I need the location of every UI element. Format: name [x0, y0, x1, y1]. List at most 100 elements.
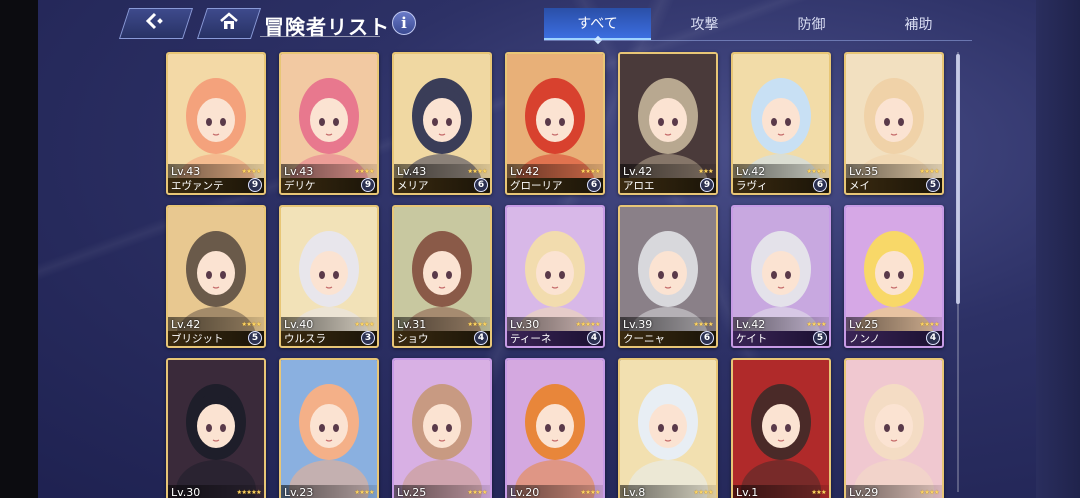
level-bar: Lv.43 ★★★★ — [281, 164, 377, 178]
rarity-stars: ★★★★ — [693, 488, 713, 496]
rank-badge: 5 — [926, 178, 940, 192]
level-bar: Lv.1 ★★★ — [733, 485, 829, 498]
rarity-stars: ★★★★ — [354, 320, 374, 328]
level-label: Lv.25 — [397, 485, 427, 498]
adventurer-name: ケイト — [736, 333, 768, 345]
tab-attack[interactable]: 攻撃 — [651, 8, 758, 40]
scrollbar-thumb[interactable] — [956, 54, 960, 304]
level-bar: Lv.25 ★★★★ — [394, 485, 490, 498]
level-bar: Lv.29 ★★★★ — [846, 485, 942, 498]
rank-badge: 9 — [248, 178, 262, 192]
level-label: Lv.43 — [171, 164, 201, 178]
adventurer-card[interactable]: Lv.40 ★★★★ ウルスラ 3 — [279, 205, 379, 348]
rarity-stars: ★★★★ — [806, 167, 826, 175]
adventurer-portrait — [620, 360, 716, 498]
screen-edge-left — [0, 0, 38, 498]
adventurer-card[interactable]: Lv.8 ★★★★ — [618, 358, 718, 498]
level-label: Lv.8 — [623, 485, 646, 498]
adventurer-portrait — [394, 360, 490, 498]
info-icon[interactable]: i — [392, 11, 416, 35]
level-label: Lv.43 — [397, 164, 427, 178]
level-bar: Lv.8 ★★★★ — [620, 485, 716, 498]
adventurer-card[interactable]: Lv.25 ★★★★ — [392, 358, 492, 498]
rarity-stars: ★★★★ — [467, 488, 487, 496]
rank-badge: 6 — [700, 331, 714, 345]
adventurer-grid: Lv.43 ★★★★ エヴァンテ 9 Lv.43 ★★★★ デリケ 9 Lv.43 ★★★★ メリア… — [166, 52, 946, 498]
level-label: Lv.20 — [510, 485, 540, 498]
adventurer-card[interactable]: Lv.25 ★★★★ ノンノ 4 — [844, 205, 944, 348]
tab-support[interactable]: 補助 — [865, 8, 972, 40]
adventurer-card[interactable]: Lv.29 ★★★★ — [844, 358, 944, 498]
adventurer-card[interactable]: Lv.30 ★★★★★ ティーネ 4 — [505, 205, 605, 348]
adventurer-card[interactable]: Lv.39 ★★★★ クーニャ 6 — [618, 205, 718, 348]
rarity-stars: ★★★★★ — [575, 320, 601, 328]
level-label: Lv.39 — [623, 317, 653, 331]
level-bar: Lv.42 ★★★★ — [733, 164, 829, 178]
level-bar: Lv.42 ★★★★ — [507, 164, 603, 178]
adventurer-card[interactable]: Lv.1 ★★★ — [731, 358, 831, 498]
adventurer-card[interactable]: Lv.42 ★★★★ グローリア 6 — [505, 52, 605, 195]
rank-badge: 4 — [474, 331, 488, 345]
adventurer-card[interactable]: Lv.43 ★★★★ メリア 6 — [392, 52, 492, 195]
level-bar: Lv.42 ★★★★ — [733, 317, 829, 331]
rank-badge: 3 — [361, 331, 375, 345]
rarity-stars: ★★★★★ — [236, 488, 262, 496]
adventurer-card[interactable]: Lv.42 ★★★ アロエ 9 — [618, 52, 718, 195]
adventurer-portrait — [846, 360, 942, 498]
level-bar: Lv.35 ★★★★ — [846, 164, 942, 178]
adventurer-card[interactable]: Lv.43 ★★★★ デリケ 9 — [279, 52, 379, 195]
rarity-stars: ★★★★ — [580, 488, 600, 496]
adventurer-card[interactable]: Lv.23 ★★★★ — [279, 358, 379, 498]
filter-tabs: すべて 攻撃 防御 補助 — [544, 8, 972, 40]
level-bar: Lv.31 ★★★★ — [394, 317, 490, 331]
rank-badge: 6 — [813, 178, 827, 192]
tab-defense[interactable]: 防御 — [758, 8, 865, 40]
adventurer-name: ウルスラ — [284, 333, 326, 345]
level-bar: Lv.23 ★★★★ — [281, 485, 377, 498]
rarity-stars: ★★★★ — [806, 320, 826, 328]
adventurer-name: メイ — [849, 180, 870, 192]
level-bar: Lv.42 ★★★★ — [168, 317, 264, 331]
rarity-stars: ★★★★ — [467, 167, 487, 175]
rank-badge: 5 — [813, 331, 827, 345]
rarity-stars: ★★★★ — [241, 167, 261, 175]
rank-badge: 9 — [361, 178, 375, 192]
rank-badge: 4 — [926, 331, 940, 345]
home-button[interactable] — [196, 8, 262, 39]
home-icon — [219, 12, 239, 35]
rarity-stars: ★★★★ — [919, 167, 939, 175]
title-underline — [260, 36, 380, 37]
level-label: Lv.30 — [171, 485, 201, 498]
adventurer-name: ブリジット — [171, 333, 224, 345]
level-bar: Lv.30 ★★★★★ — [507, 317, 603, 331]
level-bar: Lv.40 ★★★★ — [281, 317, 377, 331]
adventurer-card[interactable]: Lv.43 ★★★★ エヴァンテ 9 — [166, 52, 266, 195]
adventurer-card[interactable]: Lv.42 ★★★★ ブリジット 5 — [166, 205, 266, 348]
adventurer-portrait — [281, 360, 377, 498]
level-bar: Lv.30 ★★★★★ — [168, 485, 264, 498]
level-label: Lv.1 — [736, 485, 759, 498]
adventurer-card[interactable]: Lv.35 ★★★★ メイ 5 — [844, 52, 944, 195]
tab-all[interactable]: すべて — [544, 8, 651, 40]
rarity-stars: ★★★★ — [467, 320, 487, 328]
level-bar: Lv.43 ★★★★ — [394, 164, 490, 178]
adventurer-name: グローリア — [510, 180, 563, 192]
level-label: Lv.42 — [510, 164, 540, 178]
back-button[interactable] — [118, 8, 194, 39]
rarity-stars: ★★★★ — [919, 488, 939, 496]
level-label: Lv.43 — [284, 164, 314, 178]
adventurer-card[interactable]: Lv.42 ★★★★ ケイト 5 — [731, 205, 831, 348]
adventurer-card[interactable]: Lv.20 ★★★★ — [505, 358, 605, 498]
adventurer-card[interactable]: Lv.30 ★★★★★ — [166, 358, 266, 498]
rarity-stars: ★★★ — [811, 488, 826, 496]
level-bar: Lv.42 ★★★ — [620, 164, 716, 178]
adventurer-card[interactable]: Lv.31 ★★★★ ショウ 4 — [392, 205, 492, 348]
adventurer-name: ショウ — [397, 333, 429, 345]
level-label: Lv.42 — [736, 317, 766, 331]
adventurer-card[interactable]: Lv.42 ★★★★ ラヴィ 6 — [731, 52, 831, 195]
adventurer-name: ラヴィ — [736, 180, 768, 192]
rarity-stars: ★★★★ — [919, 320, 939, 328]
level-label: Lv.29 — [849, 485, 879, 498]
adventurer-name: ティーネ — [510, 333, 552, 345]
adventurer-name: アロエ — [623, 180, 655, 192]
